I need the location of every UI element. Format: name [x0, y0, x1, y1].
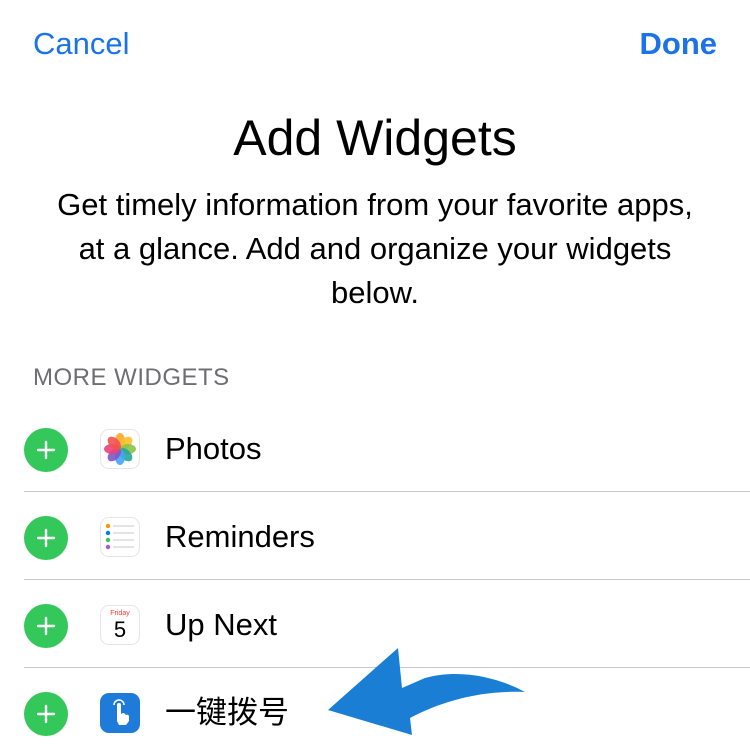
plus-icon [36, 528, 56, 548]
annotation-arrow-icon [328, 648, 525, 735]
plus-icon [36, 440, 56, 460]
add-widget-button[interactable] [24, 516, 68, 560]
plus-icon [36, 704, 56, 724]
dialer-touch-icon [100, 693, 140, 733]
page-title: Add Widgets [233, 110, 517, 166]
widget-label: Photos [165, 431, 262, 466]
page-description: Get timely information from your favorit… [57, 187, 693, 310]
add-widget-button[interactable] [24, 604, 68, 648]
plus-icon [36, 616, 56, 636]
widget-row-photos: Photos [0, 404, 750, 492]
cancel-button[interactable]: Cancel [33, 26, 130, 62]
add-widget-button[interactable] [24, 428, 68, 472]
widget-row-reminders: Reminders [0, 492, 750, 580]
widget-label: Reminders [165, 519, 315, 554]
nav-bar: Cancel Done [0, 0, 750, 90]
widget-label: Up Next [165, 607, 277, 642]
calendar-icon-date: 5 [113, 617, 127, 642]
reminders-icon [100, 517, 140, 557]
done-button[interactable]: Done [640, 26, 718, 62]
widget-label: 一键拨号 [165, 695, 289, 730]
add-widget-button[interactable] [24, 692, 68, 736]
section-header: MORE WIDGETS [33, 364, 230, 391]
calendar-icon: Friday 5 [100, 605, 140, 645]
photos-icon [100, 429, 140, 469]
